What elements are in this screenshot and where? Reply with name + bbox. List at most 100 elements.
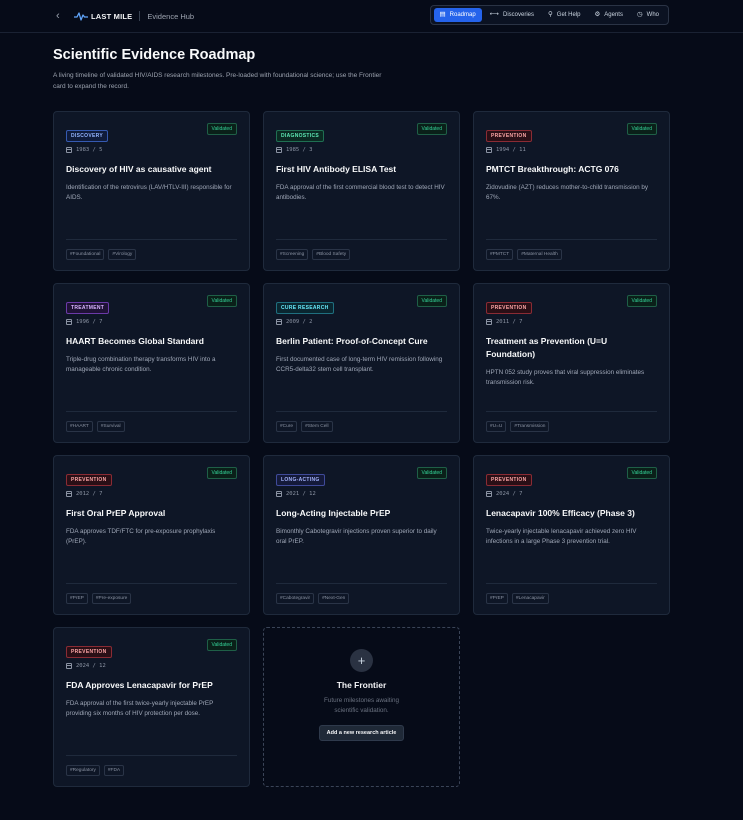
validated-badge: Validated [206, 123, 237, 135]
card-tags: #U=U #Transmission [486, 411, 657, 432]
card-title: FDA Approves Lenacapavir for PrEP [66, 680, 213, 690]
date-text: 2021 / 12 [286, 491, 316, 497]
who-icon: ◷ [636, 10, 643, 18]
back-arrow-icon[interactable]: ‹ [56, 10, 68, 22]
plus-icon[interactable]: + [350, 649, 373, 672]
date-text: 2012 / 7 [76, 491, 103, 497]
milestone-date: 1996 / 7 [66, 319, 237, 325]
date-text: 1996 / 7 [76, 319, 103, 325]
card-description: Bimonthly Cabotegravir injections proven… [276, 528, 437, 545]
card-description: Triple-drug combination therapy transfor… [66, 356, 216, 373]
milestone-card[interactable]: PREVENTION Validated 2011 / 7 Treatment as … [473, 283, 670, 443]
milestone-card[interactable]: PREVENTION Validated 2024 / 12 FDA Approves… [53, 627, 250, 787]
category-badge: DIAGNOSTICS [276, 130, 325, 142]
milestone-card[interactable]: PREVENTION Validated 2024 / 7 Lenacapavir 1… [473, 455, 670, 615]
page-title: Scientific Evidence Roadmap [53, 47, 256, 63]
card-description: FDA approves TDF/FTC for pre-exposure pr… [66, 528, 216, 545]
tag-chip[interactable]: #Pre-exposure [91, 593, 132, 604]
nav-agents[interactable]: ⚙ Agents [588, 8, 629, 22]
tag-chip[interactable]: #Transmission [510, 421, 550, 432]
validated-badge: Validated [206, 467, 237, 479]
card-title: Lenacapavir 100% Efficacy (Phase 3) [486, 508, 635, 518]
calendar-icon [486, 491, 492, 497]
tag-chip[interactable]: #Stem Cell [301, 421, 333, 432]
category-badge: TREATMENT [66, 302, 110, 314]
nav-label: Get Help [556, 12, 581, 18]
card-description: First documented case of long-term HIV r… [276, 356, 443, 373]
milestone-card[interactable]: DISCOVERY Validated 1983 / 5 Discovery of H… [53, 111, 250, 271]
category-badge: PREVENTION [66, 474, 112, 486]
card-description: FDA approval of the first commercial blo… [276, 184, 445, 201]
calendar-icon [486, 147, 492, 153]
card-tags: #PrEP #Pre-exposure [66, 583, 237, 604]
tag-chip[interactable]: #Regulatory [66, 765, 100, 776]
milestone-card[interactable]: DIAGNOSTICS Validated 1985 / 3 First HIV An… [263, 111, 460, 271]
validated-badge: Validated [416, 123, 447, 135]
pulse-logo-icon [74, 12, 88, 21]
nav-discoveries[interactable]: ⟷ Discoveries [484, 8, 540, 22]
milestone-date: 2011 / 7 [486, 319, 657, 325]
category-badge: PREVENTION [486, 130, 532, 142]
brand[interactable]: LAST MILE [74, 11, 132, 21]
tag-chip[interactable]: #FDA [103, 765, 125, 776]
tag-chip[interactable]: #PrEP [486, 593, 508, 604]
milestone-date: 2024 / 12 [66, 663, 237, 669]
nav-label: Roadmap [449, 12, 476, 18]
tag-chip[interactable]: #Survival [96, 421, 125, 432]
calendar-icon [66, 319, 72, 325]
tag-chip[interactable]: #Screening [276, 249, 309, 260]
tag-chip[interactable]: #Virology [108, 249, 137, 260]
milestone-card[interactable]: PREVENTION Validated 1994 / 11 PMTCT Breakt… [473, 111, 670, 271]
card-title: Long-Acting Injectable PrEP [276, 508, 391, 518]
nav-label: Who [646, 12, 659, 18]
page-subtitle: A living timeline of validated HIV/AIDS … [53, 72, 382, 90]
card-description: Identification of the retrovirus (LAV/HT… [66, 184, 232, 201]
category-badge: PREVENTION [66, 646, 112, 658]
card-tags: #HAART #Survival [66, 411, 237, 432]
card-title: Treatment as Prevention (U=U Foundation) [486, 336, 608, 359]
tag-chip[interactable]: #PrEP [66, 593, 88, 604]
category-badge: DISCOVERY [66, 130, 108, 142]
card-description: Zidovudine (AZT) reduces mother-to-child… [486, 184, 649, 201]
tag-chip[interactable]: #Cure [276, 421, 298, 432]
agents-icon: ⚙ [594, 10, 601, 18]
validated-badge: Validated [416, 467, 447, 479]
tag-chip[interactable]: #Blood Safety [312, 249, 351, 260]
tag-chip[interactable]: #Cabotegravir [276, 593, 315, 604]
milestone-date: 1994 / 11 [486, 147, 657, 153]
validated-badge: Validated [626, 467, 657, 479]
calendar-icon [66, 491, 72, 497]
milestone-card[interactable]: CURE RESEARCH Validated 2009 / 2 Berlin Pat… [263, 283, 460, 443]
tag-chip[interactable]: #Next-Gen [318, 593, 350, 604]
milestone-card[interactable]: TREATMENT Validated 1996 / 7 HAART Becomes … [53, 283, 250, 443]
validated-badge: Validated [206, 639, 237, 651]
tag-chip[interactable]: #U=U [486, 421, 507, 432]
date-text: 2011 / 7 [496, 319, 523, 325]
nav-label: Agents [604, 12, 623, 18]
nav-roadmap[interactable]: ▤ Roadmap [433, 8, 482, 22]
milestone-card[interactable]: LONG-ACTING Validated 2021 / 12 Long-Acting… [263, 455, 460, 615]
card-tags: #Cure #Stem Cell [276, 411, 447, 432]
date-text: 1994 / 11 [496, 147, 526, 153]
card-title: Discovery of HIV as causative agent [66, 164, 212, 174]
milestone-card[interactable]: PREVENTION Validated 2012 / 7 First Oral Pr… [53, 455, 250, 615]
calendar-icon [66, 663, 72, 669]
calendar-icon [276, 491, 282, 497]
tag-chip[interactable]: #Maternal Health [517, 249, 562, 260]
tag-chip[interactable]: #Lenacapavir [511, 593, 549, 604]
tag-chip[interactable]: #PMTCT [486, 249, 514, 260]
calendar-icon [276, 319, 282, 325]
category-badge: CURE RESEARCH [276, 302, 334, 314]
milestone-date: 1985 / 3 [276, 147, 447, 153]
add-article-button[interactable]: Add a new research article [318, 725, 405, 741]
card-tags: #PrEP #Lenacapavir [486, 583, 657, 604]
tag-chip[interactable]: #Foundational [66, 249, 105, 260]
nav-who[interactable]: ◷ Who [631, 8, 665, 22]
milestone-date: 2012 / 7 [66, 491, 237, 497]
card-description: HPTN 052 study proves that viral suppres… [486, 369, 645, 386]
frontier-description: Future milestones awaiting scientific va… [324, 697, 399, 714]
tag-chip[interactable]: #HAART [66, 421, 93, 432]
nav-get-help[interactable]: ⚲ Get Help [542, 8, 586, 22]
validated-badge: Validated [626, 123, 657, 135]
nav-label: Discoveries [503, 12, 535, 18]
